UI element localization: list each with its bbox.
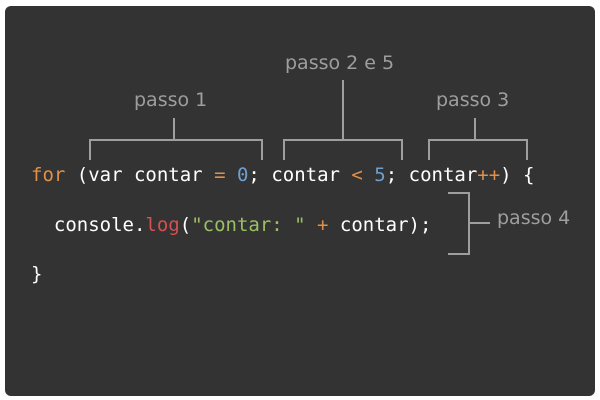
keyword-var: var: [88, 164, 123, 186]
code-line-for: for (var contar = 0; contar < 5; contar+…: [31, 163, 535, 187]
operator-less-than: <: [351, 164, 363, 186]
bracket-step2-and-5: [283, 80, 403, 160]
variable-init: contar: [122, 164, 215, 186]
semicolon-2: ;: [385, 164, 409, 186]
semicolon-1: ;: [248, 164, 272, 186]
argument-rest: contar);: [328, 214, 432, 236]
code-line-console-log: console.log("contar: " + contar);: [31, 213, 432, 237]
code-line-close-brace: }: [31, 262, 42, 286]
paren-open: (: [179, 214, 192, 236]
paren-close-brace-open: ) {: [500, 164, 535, 186]
operator-assign: =: [214, 164, 226, 186]
variable-increment: contar: [408, 164, 478, 186]
bracket-step1: [89, 118, 263, 160]
annotation-brackets: [89, 80, 528, 255]
bracket-step3: [428, 118, 528, 160]
operator-plus: +: [317, 214, 329, 236]
number-five: 5: [374, 164, 386, 186]
paren-open: (: [65, 164, 89, 186]
variable-condition: contar: [271, 164, 352, 186]
operator-increment: ++: [477, 164, 501, 186]
object-console: console.: [53, 214, 146, 236]
brace-close: }: [31, 263, 43, 285]
string-literal: "contar: ": [191, 214, 306, 236]
keyword-for: for: [31, 164, 66, 186]
bracket-step4: [448, 192, 490, 255]
number-zero: 0: [236, 164, 249, 186]
function-log: log: [145, 214, 180, 236]
